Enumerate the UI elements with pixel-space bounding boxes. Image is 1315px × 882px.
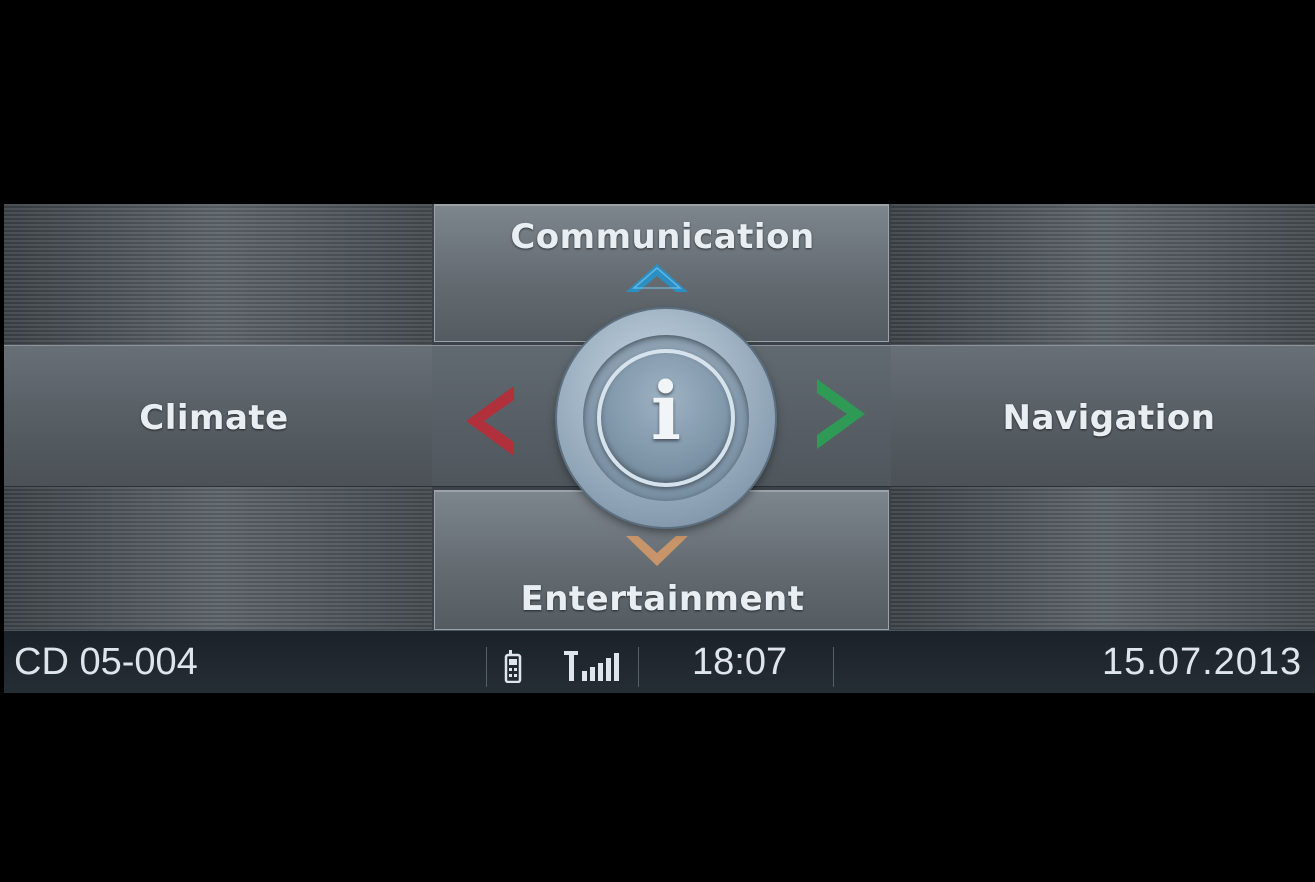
signal-strength-icon xyxy=(564,651,619,681)
status-divider xyxy=(486,647,487,687)
right-arrow-icon xyxy=(817,379,865,449)
controller-ring: i xyxy=(583,335,749,501)
communication-label: Communication xyxy=(510,217,815,257)
tile-bottom-left xyxy=(4,487,432,630)
tile-bottom-right xyxy=(891,487,1315,630)
up-arrow-icon xyxy=(626,264,688,292)
tile-top-left xyxy=(4,204,432,345)
tile-top-right xyxy=(891,204,1315,345)
date-label: 15.07.2013 xyxy=(1102,641,1303,683)
status-divider xyxy=(638,647,639,687)
idrive-screen: Communication Climate Navigation Enterta… xyxy=(0,0,1315,882)
status-bar: CD 05-004 18:07 15.07.2013 xyxy=(4,630,1315,693)
info-icon: i xyxy=(650,364,682,458)
left-arrow-icon xyxy=(466,386,514,456)
clock: 18:07 xyxy=(692,641,788,683)
navigation-label: Navigation xyxy=(1002,398,1216,438)
climate-label: Climate xyxy=(139,398,289,438)
navigation-button[interactable]: Navigation xyxy=(891,345,1315,487)
phone-icon xyxy=(504,650,522,683)
controller-knob[interactable]: i xyxy=(557,309,775,527)
entertainment-label: Entertainment xyxy=(520,579,805,619)
audio-source-label: CD 05-004 xyxy=(14,641,198,683)
info-button[interactable]: i xyxy=(597,349,735,487)
status-divider xyxy=(833,647,834,687)
climate-button[interactable]: Climate xyxy=(4,345,432,487)
down-arrow-icon xyxy=(626,536,688,566)
main-menu-panel: Communication Climate Navigation Enterta… xyxy=(4,204,1315,630)
